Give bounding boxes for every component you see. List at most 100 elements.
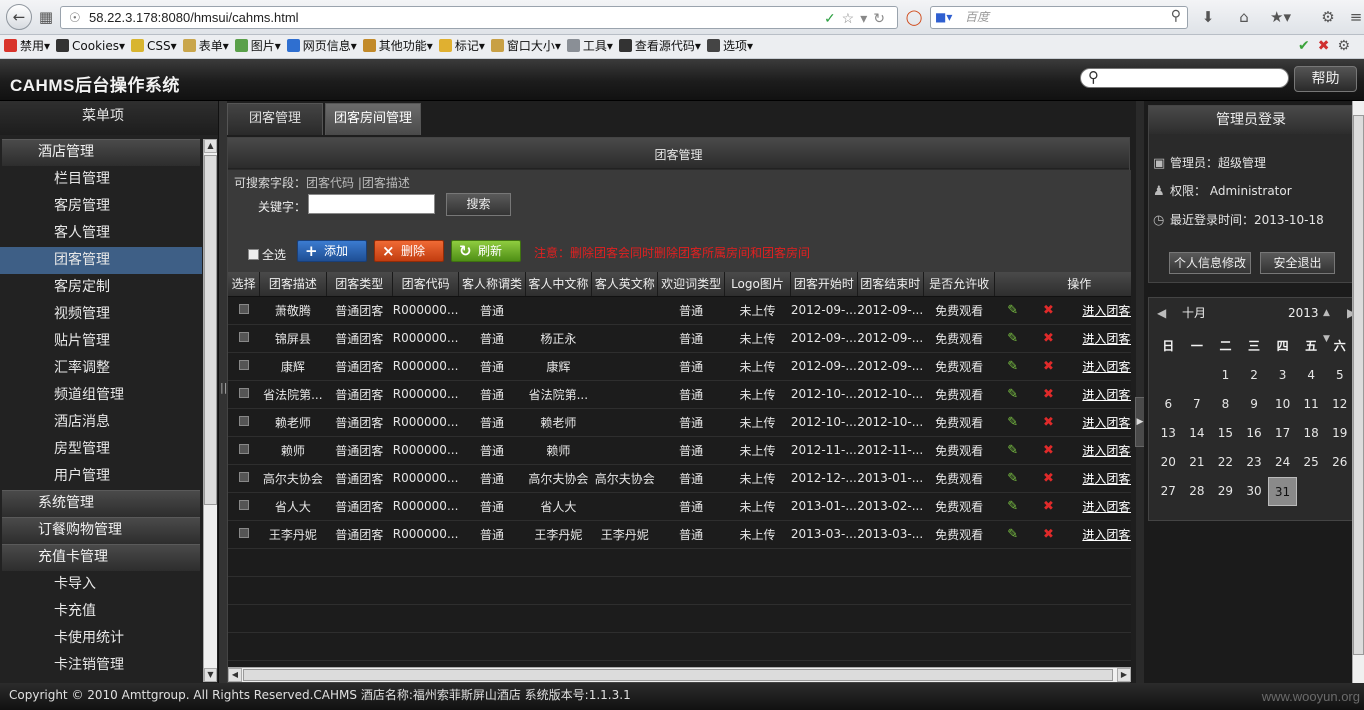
delete-cell[interactable]: ✖ <box>1030 464 1067 493</box>
pencil-icon[interactable]: ✎ <box>1007 499 1018 514</box>
row-checkbox[interactable] <box>238 444 249 454</box>
sidebar-item[interactable]: 客房定制 <box>0 274 202 301</box>
row-checkbox[interactable] <box>238 360 249 370</box>
delete-x-icon[interactable]: ✖ <box>1043 443 1054 458</box>
bookmark-item[interactable]: 查看源代码▾ <box>618 35 701 58</box>
edit-cell[interactable]: ✎ <box>994 380 1031 409</box>
sidebar-item[interactable]: 房型管理 <box>0 436 202 463</box>
enter-itinerary-link[interactable]: 进入团客行程 <box>1082 332 1131 346</box>
select-all[interactable]: 全选 <box>248 246 286 263</box>
h-scrollbar-thumb[interactable] <box>243 669 1113 681</box>
sidebar-group[interactable]: 系统管理 <box>2 490 200 517</box>
bookmark-item[interactable]: 表单▾ <box>182 35 229 58</box>
day-cell[interactable]: 5 <box>1325 361 1354 390</box>
enter-itinerary-link[interactable]: 进入团客行程 <box>1082 500 1131 514</box>
scroll-right-arrow-icon[interactable]: ▶ <box>1117 668 1131 682</box>
day-cell[interactable]: 3 <box>1268 361 1297 390</box>
check-mark-icon[interactable]: ✔ <box>1298 38 1318 54</box>
table-row[interactable]: 高尔夫协会 普通团客 R000000... 普通 高尔夫协会 高尔夫协会 普通 未上传 2012… <box>228 464 1131 493</box>
row-select-cell[interactable] <box>228 464 260 493</box>
delete-x-icon[interactable]: ✖ <box>1043 303 1054 318</box>
delete-x-icon[interactable]: ✖ <box>1043 499 1054 514</box>
sidebar-item[interactable]: 卡使用统计 <box>0 625 202 652</box>
pencil-icon[interactable]: ✎ <box>1007 527 1018 542</box>
download-icon[interactable]: ⬇ <box>1198 7 1218 27</box>
home-icon[interactable]: ⌂ <box>1234 7 1254 27</box>
row-checkbox[interactable] <box>238 332 249 342</box>
link-cell[interactable]: 进入团客行程 <box>1066 464 1131 493</box>
edit-cell[interactable]: ✎ <box>994 324 1031 353</box>
day-cell[interactable]: 18 <box>1297 419 1326 448</box>
delete-cell[interactable]: ✖ <box>1030 520 1067 549</box>
pencil-icon[interactable]: ✎ <box>1007 331 1018 346</box>
link-cell[interactable]: 进入团客行程 <box>1066 492 1131 521</box>
day-cell[interactable]: 30 <box>1240 477 1269 506</box>
sidebar-item[interactable]: 栏目管理 <box>0 166 202 193</box>
row-checkbox[interactable] <box>238 388 249 398</box>
day-cell[interactable]: 31 <box>1268 477 1297 506</box>
day-cell[interactable]: 29 <box>1211 477 1240 506</box>
day-cell[interactable]: 12 <box>1325 390 1354 419</box>
sidebar-item[interactable]: 贴片管理 <box>0 328 202 355</box>
row-checkbox[interactable] <box>238 528 249 538</box>
enter-itinerary-link[interactable]: 进入团客行程 <box>1082 528 1131 542</box>
row-select-cell[interactable] <box>228 380 260 409</box>
link-cell[interactable]: 进入团客行程 <box>1066 296 1131 325</box>
scroll-down-arrow-icon[interactable]: ▼ <box>204 668 217 682</box>
bookmarks-menu-icon[interactable]: ★▾ <box>1270 7 1291 27</box>
row-checkbox[interactable] <box>238 472 249 482</box>
table-row[interactable]: 康辉 普通团客 R000000... 普通 康辉 普通 未上传 2012-09-... 2012… <box>228 352 1131 381</box>
row-select-cell[interactable] <box>228 436 260 465</box>
delete-cell[interactable]: ✖ <box>1030 380 1067 409</box>
day-cell[interactable]: 2 <box>1240 361 1269 390</box>
day-cell[interactable]: 26 <box>1325 448 1354 477</box>
delete-x-icon[interactable]: ✖ <box>1043 331 1054 346</box>
day-cell[interactable]: 1 <box>1211 361 1240 390</box>
pencil-icon[interactable]: ✎ <box>1007 303 1018 318</box>
edit-cell[interactable]: ✎ <box>994 464 1031 493</box>
table-row[interactable]: 赖老师 普通团客 R000000... 普通 赖老师 普通 未上传 2012-10-... 20… <box>228 408 1131 437</box>
day-cell[interactable]: 19 <box>1325 419 1354 448</box>
row-select-cell[interactable] <box>228 492 260 521</box>
sidebar-item[interactable]: 客房管理 <box>0 193 202 220</box>
table-row[interactable]: 王李丹妮 普通团客 R000000... 普通 王李丹妮 王李丹妮 普通 未上传 2013-03… <box>228 520 1131 549</box>
day-cell[interactable]: 14 <box>1183 419 1212 448</box>
table-row[interactable]: 赖师 普通团客 R000000... 普通 赖师 普通 未上传 2012-11-... 2012… <box>228 436 1131 465</box>
day-cell[interactable]: 10 <box>1268 390 1297 419</box>
tab[interactable]: 团客房间管理 <box>325 103 421 135</box>
day-cell[interactable]: 27 <box>1154 477 1183 506</box>
right-splitter[interactable]: ▶ <box>1135 101 1145 683</box>
day-cell[interactable]: 11 <box>1297 390 1326 419</box>
menu-icon[interactable]: ≡ <box>1346 7 1364 27</box>
sidebar-item[interactable]: 酒店消息 <box>0 409 202 436</box>
link-cell[interactable]: 进入团客行程 <box>1066 436 1131 465</box>
table-row[interactable]: 锦屏县 普通团客 R000000... 普通 杨正永 普通 未上传 2012-09-... 20… <box>228 324 1131 353</box>
bookmark-item[interactable]: 标记▾ <box>438 35 485 58</box>
sidebar-scrollbar[interactable]: ▲ ▼ <box>203 139 217 682</box>
bookmark-item[interactable]: 工具▾ <box>566 35 613 58</box>
day-cell[interactable]: 25 <box>1297 448 1326 477</box>
sidebar-item[interactable]: 卡注销管理 <box>0 652 202 679</box>
sidebar-item[interactable]: 视频管理 <box>0 301 202 328</box>
app-search-input[interactable]: ⚲ <box>1080 68 1289 88</box>
day-cell[interactable]: 16 <box>1240 419 1269 448</box>
delete-x-icon[interactable]: ✖ <box>1043 415 1054 430</box>
sidebar-item[interactable]: 团客管理 <box>0 247 202 274</box>
bookmark-item[interactable]: 网页信息▾ <box>286 35 357 58</box>
add-button[interactable]: + 添加 <box>297 240 367 262</box>
link-cell[interactable]: 进入团客行程 <box>1066 408 1131 437</box>
bookmark-item[interactable]: CSS▾ <box>131 35 177 58</box>
delete-cell[interactable]: ✖ <box>1030 352 1067 381</box>
edit-cell[interactable]: ✎ <box>994 436 1031 465</box>
row-select-cell[interactable] <box>228 324 260 353</box>
delete-cell[interactable]: ✖ <box>1030 436 1067 465</box>
calendar-year[interactable]: 2013 <box>1288 300 1319 326</box>
refresh-button[interactable]: ↻ 刷新 <box>451 240 521 262</box>
delete-cell[interactable]: ✖ <box>1030 408 1067 437</box>
day-cell[interactable]: 28 <box>1183 477 1212 506</box>
row-select-cell[interactable] <box>228 352 260 381</box>
close-icon[interactable]: ✖ <box>1318 38 1338 54</box>
row-select-cell[interactable] <box>228 408 260 437</box>
sidebar-item[interactable]: 客人管理 <box>0 220 202 247</box>
sidebar-splitter[interactable]: || <box>218 101 227 683</box>
